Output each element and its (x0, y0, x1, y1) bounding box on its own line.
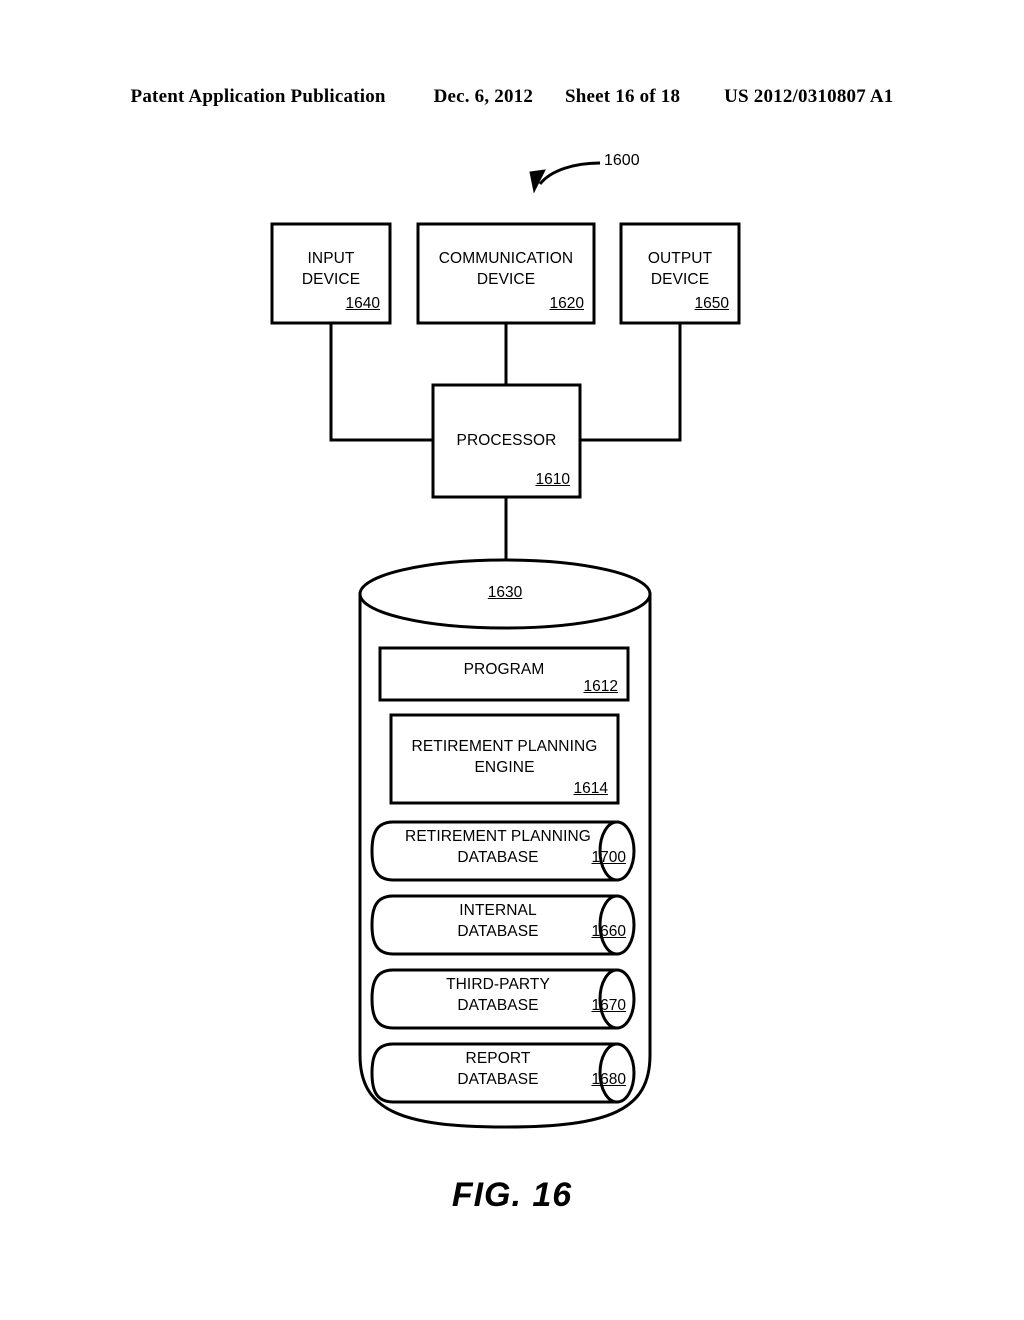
connector-input-to-processor (329, 323, 433, 442)
figure-caption: FIG. 16 (451, 1176, 573, 1214)
communication-device-ref: 1620 (549, 295, 584, 312)
internal-database-ref: 1660 (591, 923, 626, 940)
lead-arrow-curve (538, 161, 601, 185)
system-reference-label: 1600 (604, 152, 640, 169)
processor-ref: 1610 (535, 471, 570, 488)
third-party-database-ref: 1670 (591, 997, 626, 1014)
report-database-ref: 1680 (591, 1071, 626, 1088)
retirement-planning-engine-ref: 1614 (573, 780, 608, 797)
system-lead-arrow (538, 161, 601, 185)
output-device-ref: 1650 (694, 295, 729, 312)
input-device-ref: 1640 (345, 295, 380, 312)
retirement-planning-database-ref: 1700 (591, 849, 626, 866)
program-ref: 1612 (583, 678, 618, 695)
figure-16-diagram: 1600 INPUT DEVICE 1640 COMMUNICATION DEV… (0, 0, 1024, 1320)
storage-ref: 1630 (487, 584, 523, 601)
connector-output-to-processor (580, 323, 682, 442)
diagram-vector-layer (270, 161, 741, 1129)
